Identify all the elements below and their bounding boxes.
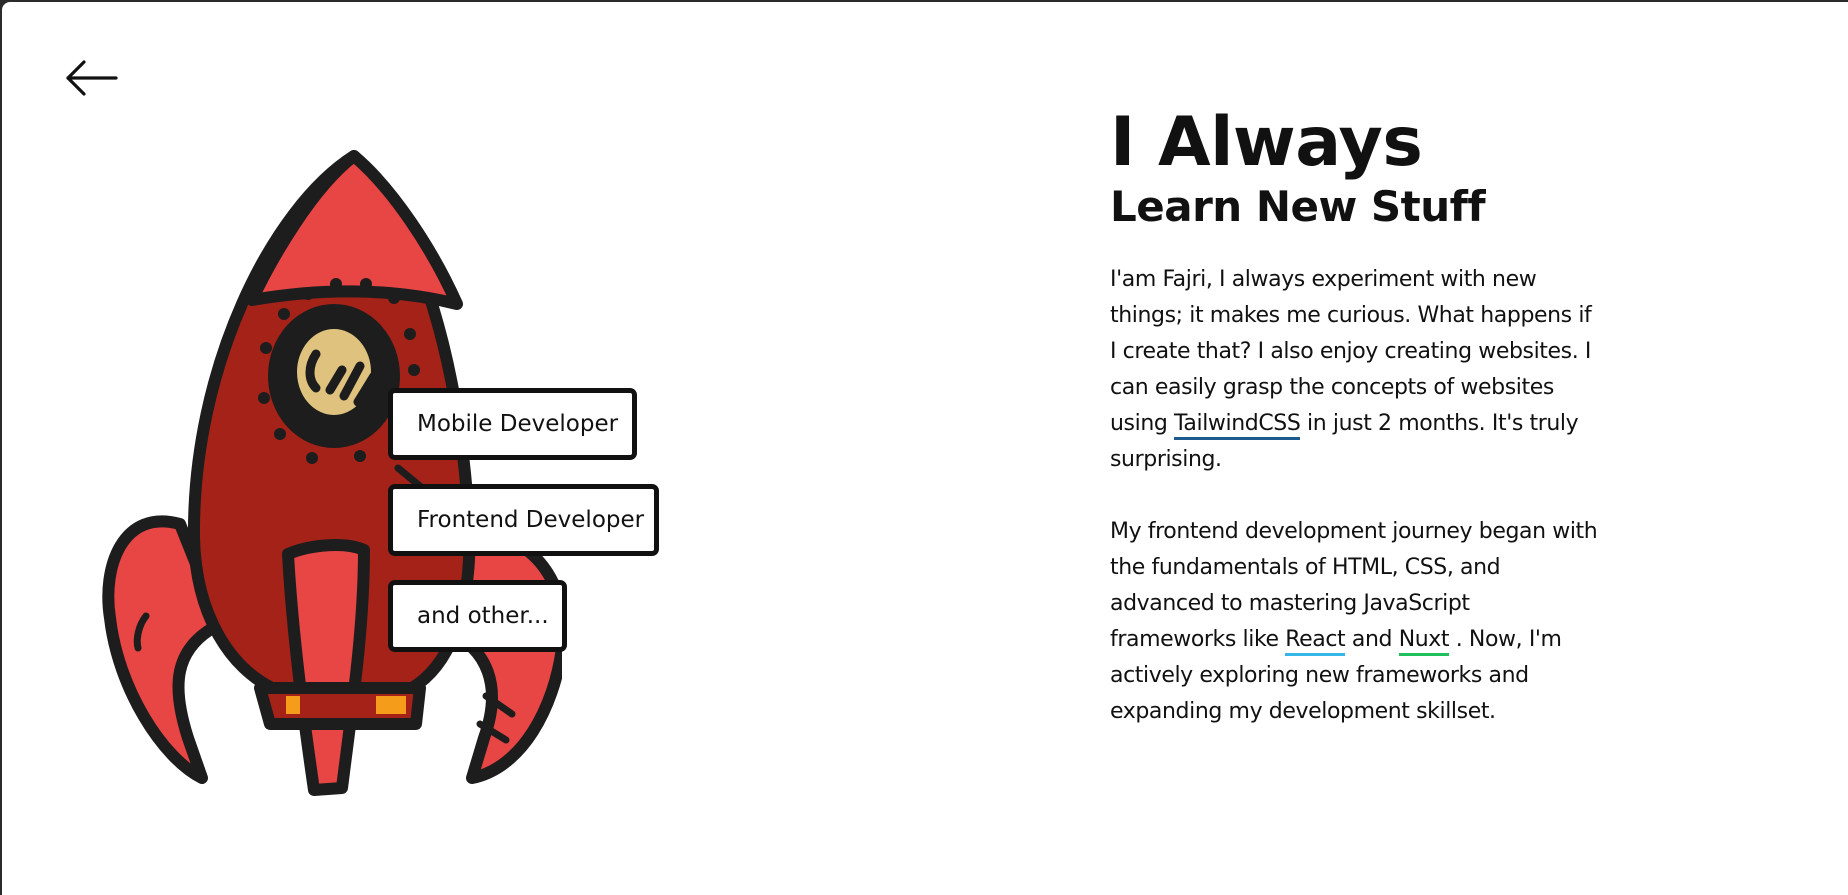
rocket-illustration bbox=[102, 150, 562, 796]
about-section: I Always Learn New Stuff I'am Fajri, I a… bbox=[1110, 102, 1610, 730]
react-link[interactable]: React bbox=[1285, 627, 1346, 656]
page-title: I Always bbox=[1110, 103, 1423, 182]
role-tag-label: Mobile Developer bbox=[417, 411, 619, 437]
back-button[interactable] bbox=[64, 58, 118, 98]
role-tag-label: and other... bbox=[417, 603, 549, 629]
arrow-left-icon bbox=[66, 60, 118, 96]
role-tag-label: Frontend Developer bbox=[417, 507, 645, 533]
page-subtitle: Learn New Stuff bbox=[1110, 182, 1486, 231]
nuxt-link[interactable]: Nuxt bbox=[1398, 627, 1450, 656]
about-paragraph-1: I'am Fajri, I always experiment with new… bbox=[1110, 262, 1600, 478]
tailwindcss-link[interactable]: TailwindCSS bbox=[1174, 411, 1301, 440]
role-tag-mobile-developer[interactable]: Mobile Developer bbox=[388, 388, 637, 460]
paragraph-text: and bbox=[1345, 627, 1399, 652]
page: Mobile Developer Frontend Developer and … bbox=[0, 0, 1848, 895]
about-paragraph-2: My frontend development journey began wi… bbox=[1110, 514, 1600, 730]
role-tag-and-other[interactable]: and other... bbox=[388, 580, 567, 652]
role-tag-frontend-developer[interactable]: Frontend Developer bbox=[388, 484, 659, 556]
